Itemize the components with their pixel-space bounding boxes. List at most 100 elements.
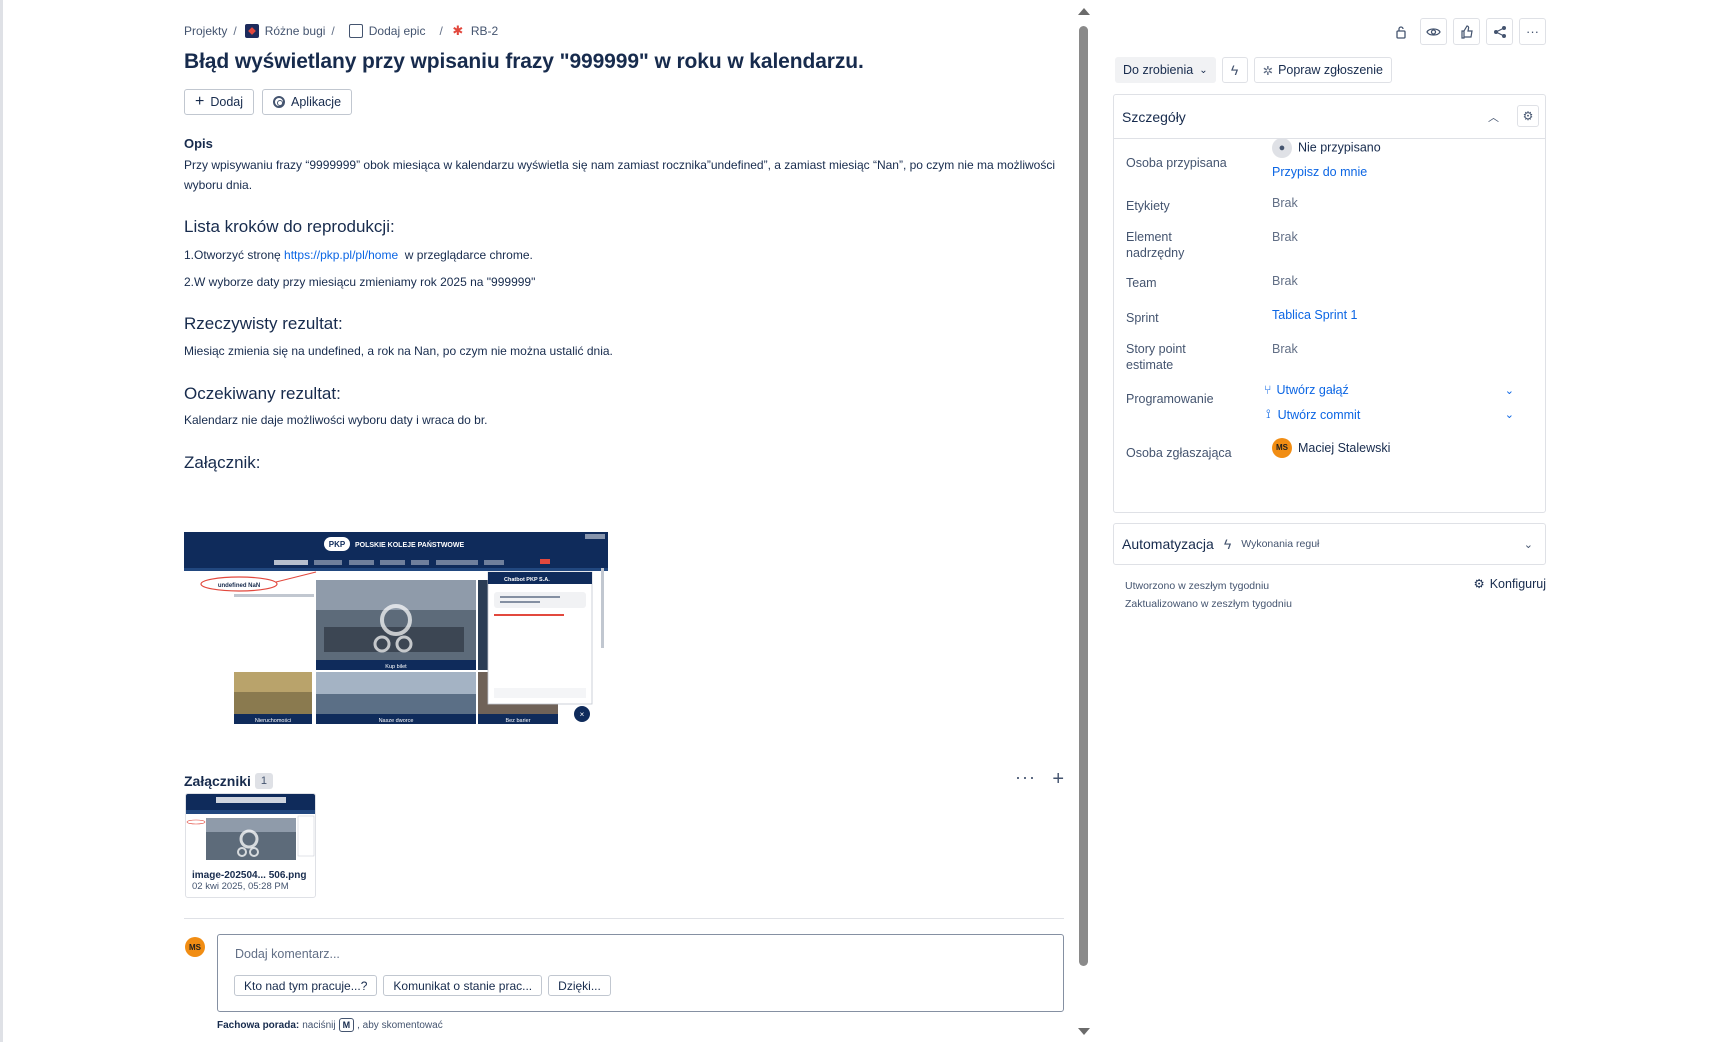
svg-text:PKP: PKP <box>329 540 346 549</box>
create-commit-row[interactable]: ⟟ Utwórz commit ⌄ <box>1264 407 1514 422</box>
configure-button[interactable]: ⚙ Konfiguruj <box>1473 576 1546 592</box>
issue-title[interactable]: Błąd wyświetlany przy wpisaniu frazy "99… <box>184 50 864 74</box>
highlight-text: undefined NaN <box>218 583 260 589</box>
watch-icon[interactable] <box>1420 18 1447 45</box>
chevron-down-icon[interactable]: ⌄ <box>1524 538 1533 551</box>
sprint-value[interactable]: Tablica Sprint 1 <box>1272 307 1357 323</box>
attachments-header: Załączniki 1 ··· + <box>184 767 1064 790</box>
lightning-icon[interactable]: ϟ <box>1221 57 1248 83</box>
step-1-suffix: w przeglądarce chrome. <box>401 248 533 262</box>
story-point-value[interactable]: Brak <box>1272 341 1298 357</box>
plus-icon: + <box>195 93 205 110</box>
apps-button[interactable]: Aplikacje <box>262 89 353 115</box>
add-attachment-icon[interactable]: + <box>1052 768 1064 791</box>
svg-text:×: × <box>580 710 585 719</box>
main-scrollbar[interactable] <box>1077 8 1091 1042</box>
tile-accessibility: Bez barier <box>505 718 530 724</box>
breadcrumb-projects-label[interactable]: Projekty <box>184 24 227 38</box>
issue-main-panel: Projekty / Różne bugi / Dodaj epic / ✱ R… <box>184 0 1064 1042</box>
sparkle-icon: ✲ <box>1262 63 1274 78</box>
description-intro: Przy wpisywaniu frazy “9999999” obok mie… <box>184 158 1055 192</box>
breadcrumb: Projekty / Różne bugi / Dodaj epic / ✱ R… <box>184 24 498 38</box>
steps-heading: Lista kroków do reprodukcji: <box>184 217 395 236</box>
actual-heading: Rzeczywisty rezultat: <box>184 314 343 333</box>
create-branch-row[interactable]: ⑂ Utwórz gałąź ⌄ <box>1264 383 1514 397</box>
scroll-down-arrow[interactable] <box>1078 1028 1090 1035</box>
add-epic-label[interactable]: Dodaj epic <box>369 24 426 38</box>
details-header[interactable]: Szczegóły ︿ ⚙ <box>1114 95 1545 139</box>
team-label: Team <box>1126 276 1157 290</box>
embedded-screenshot[interactable]: PKP POLSKIE KOLEJE PAŃSTWOWE undefined N… <box>184 532 608 732</box>
quick-reply-thanks[interactable]: Dzięki... <box>548 975 611 996</box>
chevron-up-icon[interactable]: ︿ <box>1488 109 1499 125</box>
comment-input[interactable]: Dodaj komentarz... Kto nad tym pracuje..… <box>217 934 1064 1012</box>
parent-value[interactable]: Brak <box>1272 229 1298 245</box>
comment-placeholder[interactable]: Dodaj komentarz... <box>235 947 340 961</box>
created-text: Utworzono w zeszłym tygodniu <box>1125 580 1270 592</box>
actual-text: Miesiąc zmienia się na undefined, a rok … <box>184 344 613 358</box>
issue-sidebar: ··· Do zrobienia ⌄ ϟ ✲ Popraw zgłoszenie… <box>1111 0 1546 1042</box>
breadcrumb-add-epic[interactable]: Dodaj epic <box>348 24 426 38</box>
quick-replies: Kto nad tym pracuje...? Komunikat o stan… <box>234 975 611 996</box>
breadcrumb-separator: / <box>331 24 335 38</box>
assign-to-me-link[interactable]: Przypisz do mnie <box>1272 164 1367 180</box>
details-panel: Szczegóły ︿ ⚙ Osoba przypisana ● Nie przy… <box>1113 94 1546 513</box>
pro-tip: Fachowa porada: naciśnij M , aby skoment… <box>217 1018 443 1032</box>
details-title: Szczegóły <box>1122 108 1186 125</box>
status-dropdown[interactable]: Do zrobienia ⌄ <box>1115 57 1216 83</box>
status-label: Do zrobienia <box>1123 63 1194 77</box>
automation-title: Automatyzacja <box>1122 536 1214 552</box>
breadcrumb-projects[interactable]: Projekty <box>184 24 227 38</box>
breadcrumb-separator: / <box>233 24 237 38</box>
attachment-filename: image-202504... 506.png <box>192 870 307 881</box>
thumbs-up-icon[interactable] <box>1453 18 1480 45</box>
window-edge <box>0 0 3 1042</box>
scroll-thumb[interactable] <box>1079 26 1088 966</box>
project-icon <box>244 24 259 38</box>
quick-reply-who[interactable]: Kto nad tym pracuje...? <box>234 975 378 996</box>
pkp-link[interactable]: https://pkp.pl/pl/home <box>284 248 398 262</box>
assignee-value[interactable]: ● Nie przypisano <box>1272 138 1381 158</box>
reporter-avatar: MS <box>1272 438 1292 458</box>
apps-button-label: Aplikacje <box>291 95 342 109</box>
attachment-thumbnail[interactable]: image-202504... 506.png 02 kwi 2025, 05:… <box>185 793 316 898</box>
gear-icon[interactable]: ⚙ <box>1517 105 1539 127</box>
lock-icon[interactable] <box>1387 18 1414 45</box>
pkp-brand: POLSKIE KOLEJE PAŃSTWOWE <box>355 540 464 549</box>
chevron-down-icon[interactable]: ⌄ <box>1505 408 1514 421</box>
add-button[interactable]: + Dodaj <box>184 89 255 115</box>
issue-key-label[interactable]: RB-2 <box>471 24 498 38</box>
tile-real-estate: Nieruchomości <box>255 718 291 724</box>
description[interactable]: Opis Przy wpisywaniu frazy “9999999” obo… <box>184 136 1064 473</box>
automation-panel[interactable]: Automatyzacja ϟ Wykonania reguł ⌄ <box>1113 523 1546 565</box>
improve-issue-button[interactable]: ✲ Popraw zgłoszenie <box>1253 57 1392 83</box>
breadcrumb-issue-key[interactable]: ✱ RB-2 <box>451 24 498 39</box>
chevron-down-icon[interactable]: ⌄ <box>1505 384 1514 397</box>
more-icon[interactable]: ··· <box>1015 767 1036 788</box>
create-commit-label: Utwórz commit <box>1277 407 1361 422</box>
chevron-down-icon: ⌄ <box>1199 64 1208 76</box>
team-value[interactable]: Brak <box>1272 273 1298 289</box>
attachments-title: Załączniki <box>184 773 251 789</box>
avatar: MS <box>185 937 205 957</box>
quick-reply-status[interactable]: Komunikat o stanie prac... <box>383 975 543 996</box>
user-icon: ● <box>1272 138 1292 158</box>
tile-buy-ticket: Kup bilet <box>385 664 407 670</box>
tip-post: , aby skomentować <box>357 1019 443 1031</box>
story-point-label: Story point estimate <box>1126 342 1186 372</box>
reporter-value[interactable]: MS Maciej Stalewski <box>1272 438 1390 458</box>
step-1-prefix: 1.Otworzyć stronę <box>184 248 281 262</box>
breadcrumb-separator: / <box>439 24 443 38</box>
more-actions-icon[interactable]: ··· <box>1519 18 1546 45</box>
attachment-heading: Załącznik: <box>184 453 261 472</box>
breadcrumb-project-label[interactable]: Różne bugi <box>265 24 326 38</box>
expected-text: Kalendarz nie daje możliwości wyboru dat… <box>184 413 488 427</box>
automation-subtitle: Wykonania reguł <box>1241 538 1320 550</box>
scroll-up-arrow[interactable] <box>1078 8 1090 15</box>
labels-value[interactable]: Brak <box>1272 195 1298 211</box>
gear-icon: ⚙ <box>1473 577 1485 591</box>
breadcrumb-project[interactable]: Różne bugi <box>244 24 326 38</box>
attachment-date: 02 kwi 2025, 05:28 PM <box>192 881 289 892</box>
keyboard-key: M <box>338 1018 355 1032</box>
share-icon[interactable] <box>1486 18 1513 45</box>
